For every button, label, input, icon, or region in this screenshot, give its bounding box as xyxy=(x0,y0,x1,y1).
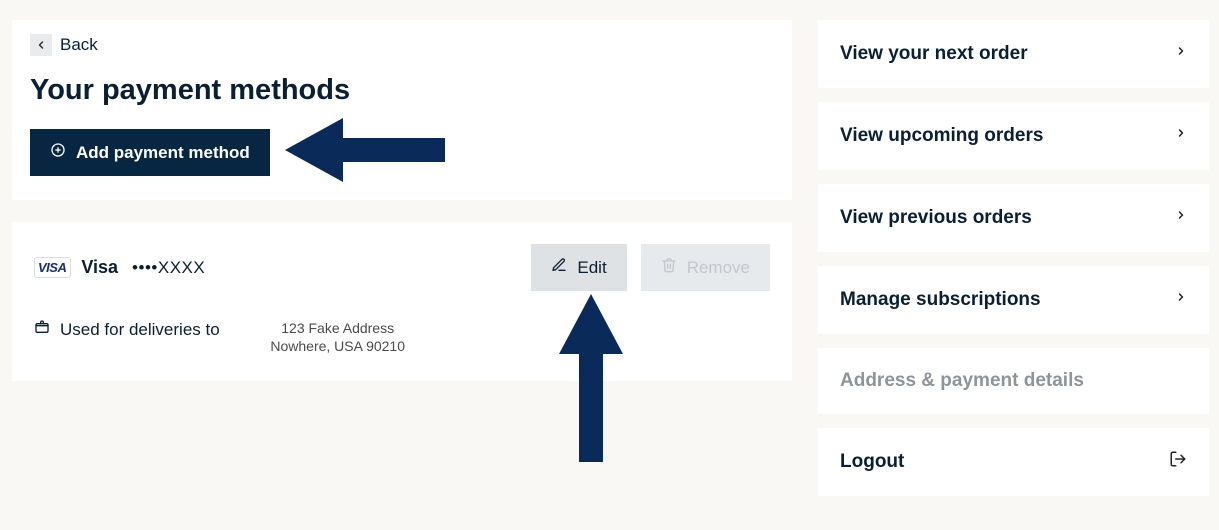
add-payment-method-label: Add payment method xyxy=(76,143,250,163)
sidebar-item-next-order[interactable]: View your next order xyxy=(818,20,1209,88)
sidebar-item-upcoming-orders[interactable]: View upcoming orders xyxy=(818,102,1209,170)
payment-methods-header-card: Back Your payment methods Add payment me… xyxy=(12,20,792,200)
payment-method-card: VISA Visa ••••XXXX Edit xyxy=(12,222,792,381)
add-icon xyxy=(50,142,66,163)
logout-icon xyxy=(1169,450,1187,474)
sidebar-item-previous-orders[interactable]: View previous orders xyxy=(818,184,1209,252)
remove-button: Remove xyxy=(641,244,770,291)
back-link[interactable]: Back xyxy=(30,34,98,56)
package-icon xyxy=(34,319,50,340)
chevron-right-icon xyxy=(1175,288,1187,312)
sidebar-item-label: Manage subscriptions xyxy=(840,289,1041,311)
back-label: Back xyxy=(60,35,98,55)
chevron-right-icon xyxy=(1175,42,1187,66)
sidebar-item-label: Logout xyxy=(840,451,904,473)
visa-logo-icon: VISA xyxy=(34,257,71,278)
sidebar-item-logout[interactable]: Logout xyxy=(818,428,1209,496)
card-brand: Visa xyxy=(81,257,118,278)
sidebar-item-label: View upcoming orders xyxy=(840,125,1043,147)
remove-button-label: Remove xyxy=(687,258,750,278)
page-title: Your payment methods xyxy=(30,74,774,107)
chevron-right-icon xyxy=(1175,124,1187,148)
delivery-label: Used for deliveries to xyxy=(60,320,220,340)
add-payment-method-button[interactable]: Add payment method xyxy=(30,129,270,176)
delivery-address: 123 Fake Address Nowhere, USA 90210 xyxy=(258,319,418,355)
chevron-left-icon xyxy=(30,34,52,56)
trash-icon xyxy=(661,256,677,279)
edit-button[interactable]: Edit xyxy=(531,244,626,291)
edit-button-label: Edit xyxy=(577,258,606,278)
sidebar-item-label: View your next order xyxy=(840,43,1028,65)
pencil-icon xyxy=(551,257,567,278)
sidebar-item-label: View previous orders xyxy=(840,207,1032,229)
card-masked-number: ••••XXXX xyxy=(132,258,205,278)
sidebar-item-label: Address & payment details xyxy=(840,370,1084,392)
sidebar-item-manage-subscriptions[interactable]: Manage subscriptions xyxy=(818,266,1209,334)
address-line-1: 123 Fake Address xyxy=(258,319,418,337)
chevron-right-icon xyxy=(1175,206,1187,230)
address-line-2: Nowhere, USA 90210 xyxy=(258,337,418,355)
sidebar-item-address-payment: Address & payment details xyxy=(818,348,1209,414)
